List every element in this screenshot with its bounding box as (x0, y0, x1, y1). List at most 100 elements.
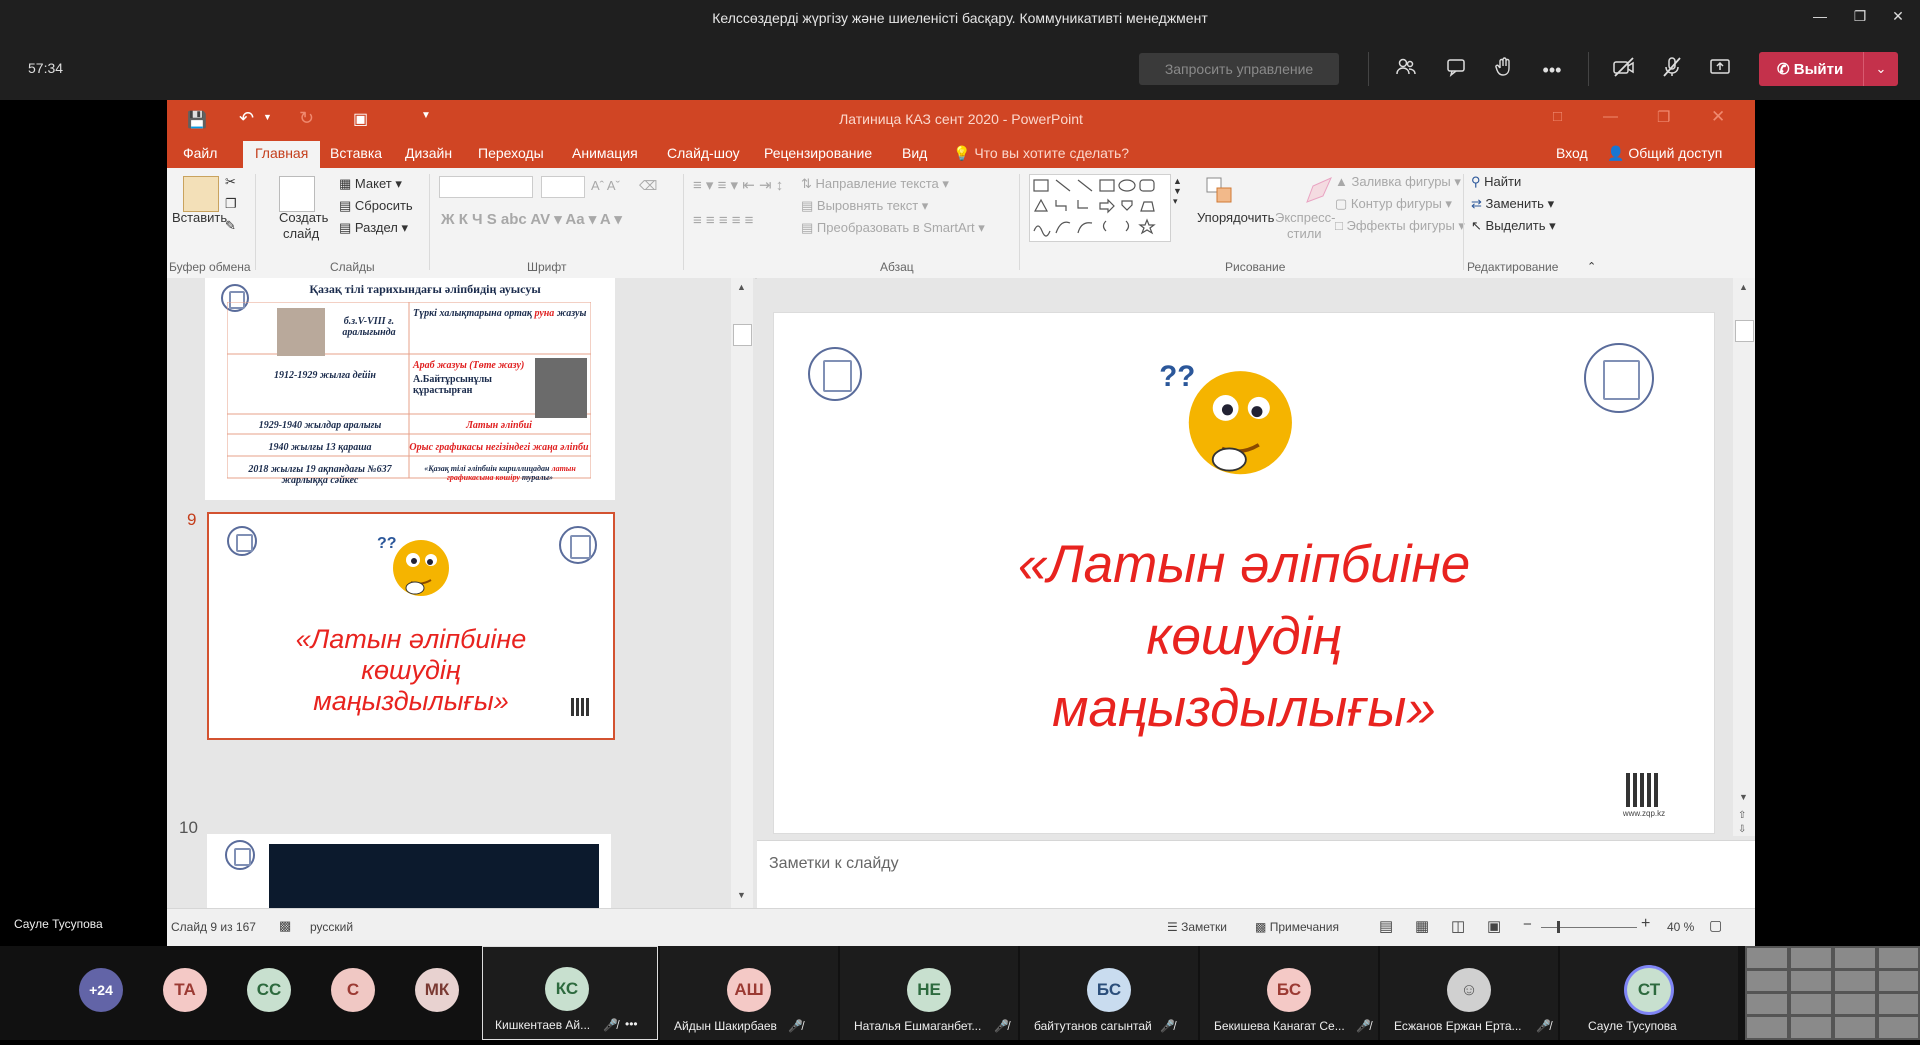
text-direction-button[interactable]: ⇅ Направление текста ▾ (801, 176, 949, 192)
shape-fill-button[interactable]: ▲ Заливка фигуры ▾ (1335, 174, 1461, 190)
raise-hand-icon[interactable] (1490, 56, 1518, 84)
font-name-input[interactable] (439, 176, 533, 198)
avatar[interactable]: С (331, 968, 375, 1012)
zoom-slider-thumb[interactable] (1557, 921, 1560, 933)
layout-button[interactable]: ▦ Макет ▾ (339, 176, 402, 192)
tab-design[interactable]: Дизайн (405, 145, 452, 161)
collapse-ribbon-icon[interactable]: ⌃ (1587, 260, 1596, 273)
chevron-down-icon[interactable]: ⌄ (1863, 52, 1898, 86)
ppt-minimize-icon[interactable]: — (1603, 108, 1618, 125)
new-slide-icon[interactable] (279, 176, 315, 212)
scroll-thumb[interactable] (733, 324, 752, 346)
participant-tile[interactable]: КС Кишкентаев Ай... 🎤̸ ••• (482, 946, 658, 1040)
notes-toggle-button[interactable]: ☰ Заметки (1167, 920, 1227, 934)
slide-thumbnail-8[interactable]: Қазақ тілі тарихындағы әліпбидің ауысуы … (205, 278, 615, 500)
spellcheck-icon[interactable]: ▩ (279, 918, 291, 934)
avatar[interactable]: СС (247, 968, 291, 1012)
tab-transitions[interactable]: Переходы (478, 145, 544, 161)
zoom-in-icon[interactable]: + (1641, 915, 1650, 933)
scroll-up-icon[interactable]: ▲ (1739, 282, 1748, 292)
shape-effects-button[interactable]: □ Эффекты фигуры ▾ (1335, 218, 1465, 234)
video-gallery-thumbnail[interactable] (1745, 946, 1920, 1040)
font-size-input[interactable] (541, 176, 585, 198)
current-slide-canvas[interactable]: ?? «Латын әліпбиіне көшудің маңыздылығы» w… (773, 312, 1715, 834)
slide-thumbnail-9[interactable]: ?? «Латын әліпбиіне көшудің маңыздылығы» (207, 512, 615, 740)
tab-file[interactable]: Файл (183, 145, 217, 161)
list-buttons[interactable]: ≡ ▾ ≡ ▾ ⇤ ⇥ ↕ (693, 176, 783, 194)
leave-button[interactable]: ✆ Выйти ⌄ (1759, 52, 1898, 86)
mic-off-icon[interactable] (1658, 56, 1686, 84)
scroll-thumb[interactable] (1735, 320, 1754, 342)
align-buttons[interactable]: ≡ ≡ ≡ ≡ ≡ (693, 212, 753, 229)
prev-slide-icon[interactable]: ⇧ (1738, 810, 1746, 821)
normal-view-icon[interactable]: ▤ (1379, 917, 1393, 935)
notes-pane[interactable]: Заметки к слайду (757, 840, 1755, 909)
zoom-slider[interactable] (1541, 927, 1637, 928)
participant-tile[interactable]: АШ Айдын Шакирбаев 🎤̸ (660, 946, 838, 1040)
ribbon-display-icon[interactable]: □ (1553, 108, 1562, 125)
quick-styles-button[interactable]: Экспресс- (1275, 210, 1336, 225)
zoom-out-icon[interactable]: − (1523, 916, 1532, 933)
tab-animations[interactable]: Анимация (572, 145, 638, 161)
align-text-button[interactable]: ▤ Выровнять текст ▾ (801, 198, 928, 214)
scroll-up-icon[interactable]: ▲ (737, 282, 746, 292)
copy-icon[interactable]: ❐ (225, 196, 237, 212)
cut-icon[interactable]: ✂ (225, 174, 236, 190)
tell-me-box[interactable]: 💡 Что вы хотите сделать? (953, 145, 1129, 162)
share-button[interactable]: 👤 Общий доступ (1607, 145, 1722, 162)
avatar[interactable]: МК (415, 968, 459, 1012)
reading-view-icon[interactable]: ◫ (1451, 917, 1465, 935)
slide-sorter-icon[interactable]: ▦ (1415, 917, 1429, 935)
arrange-button[interactable]: Упорядочить (1197, 210, 1274, 225)
participant-tile[interactable]: БС Бекишева Канагат Се... 🎤̸ (1200, 946, 1378, 1040)
zoom-level[interactable]: 40 % (1667, 920, 1694, 934)
clear-format-icon[interactable]: ⌫ (639, 178, 657, 194)
chat-icon[interactable] (1442, 56, 1470, 84)
participants-icon[interactable] (1392, 56, 1420, 84)
thumbnail-scrollbar[interactable]: ▲ ▼ (731, 278, 753, 908)
arrange-icon[interactable] (1203, 174, 1237, 208)
slide-scrollbar[interactable]: ▲ ▼ ⇧ ⇩ (1733, 278, 1755, 836)
slide-thumbnail-10[interactable] (207, 834, 611, 908)
fit-slide-icon[interactable]: ▢ (1709, 917, 1722, 934)
shapes-gallery[interactable] (1029, 174, 1171, 242)
format-painter-icon[interactable]: ✎ (225, 218, 236, 234)
section-button[interactable]: ▤ Раздел ▾ (339, 220, 408, 236)
slideshow-view-icon[interactable]: ▣ (1487, 917, 1501, 935)
sign-in-link[interactable]: Вход (1556, 145, 1588, 161)
close-icon[interactable]: ✕ (1886, 8, 1910, 28)
tab-slideshow[interactable]: Слайд-шоу (667, 145, 740, 161)
tab-review[interactable]: Рецензирование (764, 145, 872, 161)
more-participants-badge[interactable]: +24 (79, 968, 123, 1012)
tab-insert[interactable]: Вставка (330, 145, 382, 161)
scroll-down-icon[interactable]: ▼ (1739, 792, 1748, 802)
scroll-down-icon[interactable]: ▼ (737, 890, 746, 900)
quick-styles-icon[interactable] (1301, 174, 1335, 208)
share-screen-icon[interactable] (1706, 56, 1734, 84)
paste-icon[interactable] (183, 176, 219, 212)
font-format-buttons[interactable]: Ж К Ч S abc AV ▾ Aa ▾ A ▾ (441, 210, 622, 228)
participant-tile[interactable]: ☺ Есжанов Ержан Ерта... 🎤̸ (1380, 946, 1558, 1040)
grow-font-icon[interactable]: Aˆ Aˇ (591, 178, 620, 193)
slide-title[interactable]: «Латын әліпбиіне көшудің маңыздылығы» (774, 529, 1714, 745)
select-button[interactable]: ↖ Выделить ▾ (1471, 218, 1556, 234)
tab-home[interactable]: Главная (243, 141, 321, 169)
ppt-close-icon[interactable]: ✕ (1711, 107, 1725, 127)
find-button[interactable]: ⚲ Найти (1471, 174, 1521, 190)
language-indicator[interactable]: русский (310, 920, 353, 934)
ppt-restore-icon[interactable]: ❐ (1657, 108, 1670, 126)
shapes-scroll-icon[interactable]: ▲ ▼ ▾ (1173, 176, 1182, 207)
shape-outline-button[interactable]: ▢ Контур фигуры ▾ (1335, 196, 1452, 212)
more-options-icon[interactable]: ••• (625, 1017, 638, 1031)
participant-tile[interactable]: НЕ Наталья Ешмаганбет... 🎤̸ (840, 946, 1018, 1040)
reset-button[interactable]: ▤ Сбросить (339, 198, 413, 214)
tab-view[interactable]: Вид (902, 145, 927, 161)
participant-tile-presenter[interactable]: СТ Сауле Тусупова (1560, 946, 1738, 1040)
restore-icon[interactable]: ❐ (1848, 8, 1872, 28)
request-control-button[interactable]: Запросить управление (1139, 53, 1339, 85)
avatar[interactable]: ТА (163, 968, 207, 1012)
minimize-icon[interactable]: — (1808, 8, 1832, 28)
comments-button[interactable]: ▩ Примечания (1255, 920, 1339, 934)
participant-tile[interactable]: БС байтутанов сагынтай 🎤̸ (1020, 946, 1198, 1040)
smartart-button[interactable]: ▤ Преобразовать в SmartArt ▾ (801, 220, 985, 236)
